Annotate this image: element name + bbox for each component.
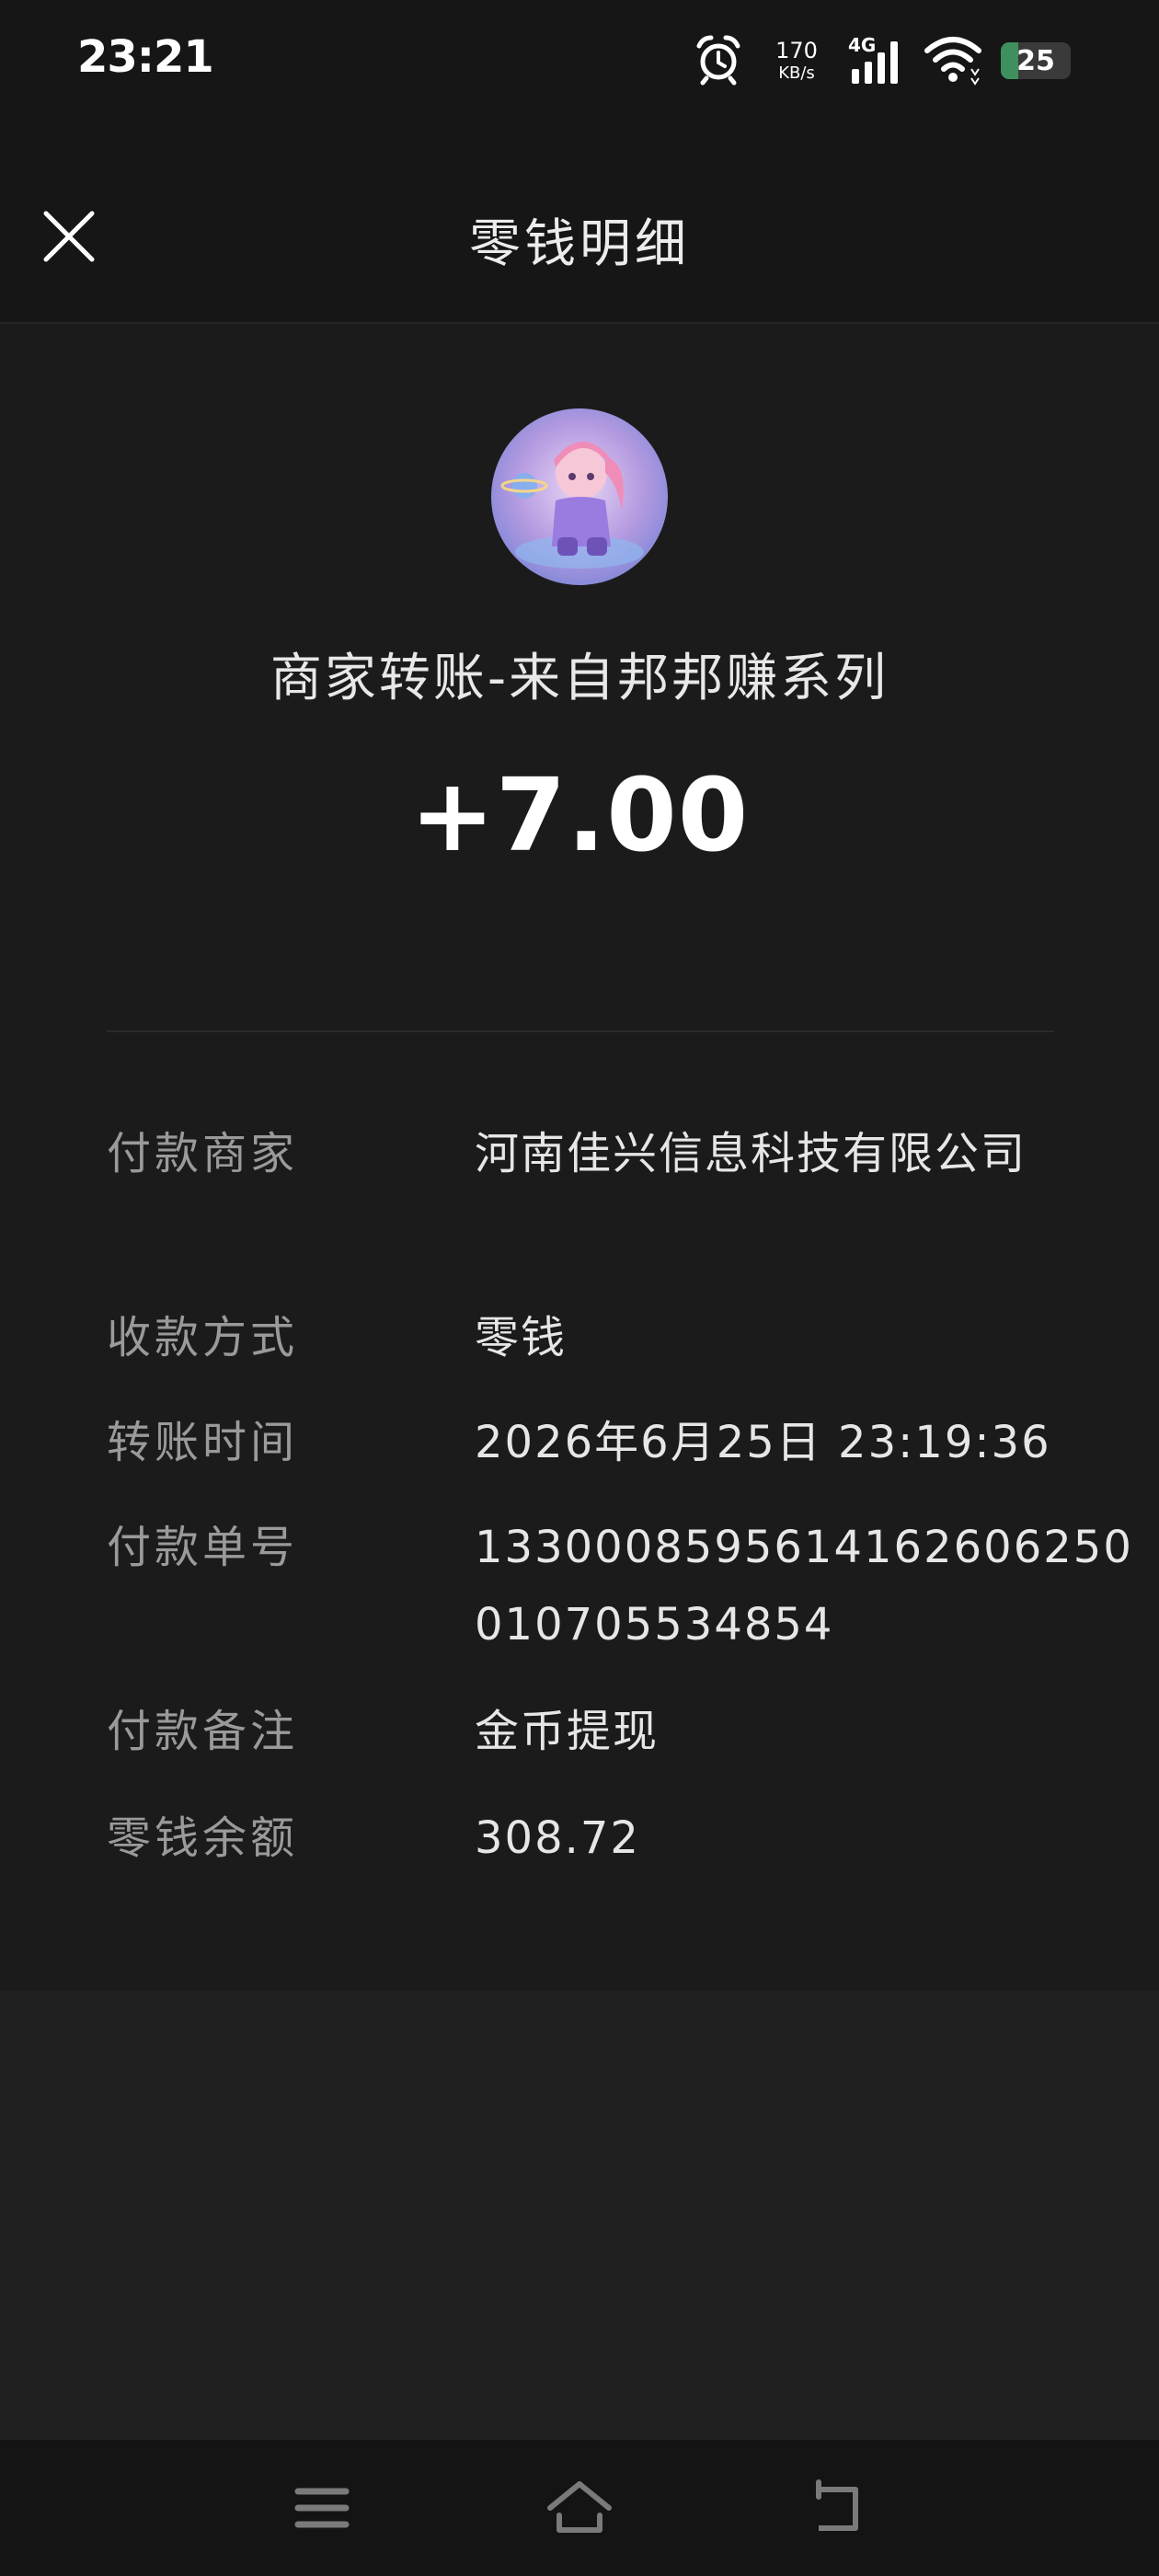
merchant-avatar: [491, 408, 668, 585]
back-icon: [816, 2479, 858, 2531]
detail-label: 付款商家: [107, 1128, 299, 1179]
detail-value: 133000859561416260625001070553485‌4: [475, 1522, 1133, 1650]
status-time: 23:21: [77, 31, 214, 83]
status-bar: 23:21 170 KB/s 4G 25: [0, 0, 1159, 120]
network-speed: 170 KB/s: [763, 40, 830, 82]
merchant-title: 商家转账-来自邦邦赚系列: [270, 649, 889, 708]
alarm-icon: [692, 32, 745, 89]
menu-icon: [294, 2488, 350, 2528]
system-nav-bar: [0, 2440, 1159, 2576]
menu-button[interactable]: [283, 2469, 361, 2547]
divider: [107, 1030, 1054, 1032]
detail-label: 零钱余额: [107, 1812, 299, 1864]
detail-label: 收款方式: [107, 1312, 299, 1363]
detail-label: 付款备注: [107, 1706, 299, 1757]
detail-value: 河南佳兴信息科技有限公司: [475, 1128, 1027, 1179]
detail-label: 付款单号: [107, 1522, 299, 1573]
home-icon: [547, 2481, 612, 2533]
title-bar: 零钱明细: [0, 120, 1159, 324]
wifi-icon: [924, 32, 982, 89]
detail-value: 2026年6月25日 23:19:36: [475, 1417, 1051, 1468]
page-title: 零钱明细: [469, 214, 690, 274]
battery-indicator: 25: [1001, 42, 1071, 79]
cellular-signal-icon: 4G: [848, 34, 905, 87]
network-speed-unit: KB/s: [778, 63, 815, 83]
transaction-card: 商家转账-来自邦邦赚系列 +7.00 付款商家 河南佳兴信息科技有限公司 收款方…: [0, 324, 1159, 1991]
status-icons: 170 KB/s 4G 25: [692, 33, 1071, 88]
battery-percent: 25: [1016, 44, 1055, 77]
detail-value: 金币提现: [475, 1706, 660, 1757]
network-speed-value: 170: [775, 38, 818, 63]
detail-label: 转账时间: [107, 1417, 299, 1468]
back-button[interactable]: [798, 2469, 876, 2547]
detail-value: 零钱: [475, 1312, 568, 1363]
screen: 23:21 170 KB/s 4G 25 零钱明细 商家转账-来自邦邦赚系列 +…: [0, 0, 1159, 2576]
transaction-amount: +7.00: [409, 756, 750, 874]
detail-value: 308.72: [475, 1812, 640, 1864]
home-button[interactable]: [541, 2469, 618, 2547]
